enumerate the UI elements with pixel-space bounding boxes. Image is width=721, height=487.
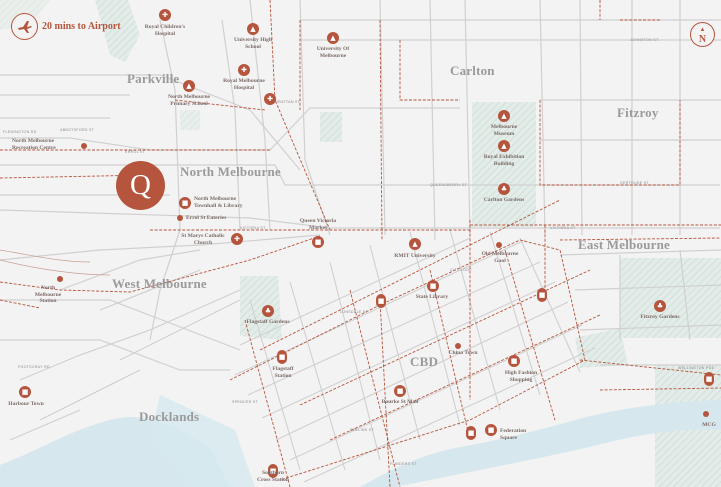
street-gertrude: GERTRUDE ST [620,181,649,185]
airplane-icon [11,13,38,40]
poi-southern-cross-station: Southern Cross Station [256,470,290,483]
poi-china-town: China Town [448,350,478,356]
university-icon[interactable]: ▲ [327,32,339,44]
church-icon[interactable]: ✚ [231,233,243,245]
street-abbotsford: ABBOTSFORD ST [60,128,95,132]
street-grattan: GRATTAN ST [275,100,301,104]
federation-square-icon[interactable]: ■ [485,424,497,436]
poi-old-melbourne-gaol: Old Melbourne Gaol [481,251,519,264]
poi-rmit-university: RMIT University [394,253,436,259]
suburb-east-melbourne: East Melbourne [578,237,670,252]
street-spencer: SPENCER ST [232,400,258,404]
poi-federation-square: Federation Square [500,428,527,441]
park-north-melb [180,110,200,130]
park-university-square [320,112,342,142]
suburb-docklands: Docklands [139,409,200,424]
street-victoria-2: VICTORIA ST [240,226,266,230]
rmit-icon[interactable]: ▲ [409,238,421,250]
poi-royal-melbourne-hospital: Royal Melbourne Hospital [223,78,265,91]
suburb-carlton: Carlton [450,63,495,78]
airport-badge[interactable]: 20 mins to Airport [11,13,121,40]
airport-label: 20 mins to Airport [42,21,121,32]
street-johnston: JOHNSTON ST [630,38,659,42]
poi-north-melbourne-recreation: North Melbourne Recreation Centre [12,138,56,151]
poi-royal-childrens-hospital: Royal Children's Hospital [144,24,186,37]
gaol-dot-icon[interactable] [496,242,502,248]
street-footscray: FOOTSCRAY RD [18,365,50,369]
poi-flagstaff-station: Flagstaff Station [272,366,294,379]
poi-harbour-town: Harbour Town [8,401,44,407]
museum-icon[interactable]: ▲ [498,110,510,122]
school-icon-2[interactable]: ▲ [183,80,195,92]
poi-queen-victoria-market: Queen Victoria Market [299,218,337,231]
poi-university-high-school: University High School [233,37,273,50]
hospital-icon-2[interactable]: ✚ [238,64,250,76]
q-location-marker[interactable]: Q [116,161,165,210]
tram-icon-6[interactable]: ■ [704,372,714,386]
poi-mcg: MCG [702,422,716,428]
melbourne-map[interactable]: 20 mins to Airport ▲ N Parkville Carlton… [0,0,721,487]
q-letter: Q [130,169,151,201]
poi-st-marys-church: St Marys Catholic Church [181,233,225,246]
gardens-icon[interactable]: ♣ [498,183,510,195]
park-flagstaff-gardens [240,276,282,340]
market-icon[interactable]: ■ [312,236,324,248]
tram-icon-3[interactable]: ■ [376,294,386,308]
library-icon-2[interactable]: ■ [427,280,439,292]
shopping-icon-3[interactable]: ■ [394,385,406,397]
poi-errol-st-eateries: Errol St Eateries [186,215,227,221]
exhibition-icon[interactable]: ▲ [498,140,510,152]
street-city-loop: CITY LOOP [450,268,472,272]
eateries-dot-icon[interactable] [177,215,183,221]
suburb-parkville: Parkville [127,71,180,86]
street-queensberry: QUEENSBERRY ST [430,183,468,187]
street-flemington: FLEMINGTON RD [3,130,37,134]
poi-fitzroy-gardens: Fitzroy Gardens [640,314,680,320]
north-arrow-icon: ▲ N [690,22,715,47]
suburb-west-melbourne: West Melbourne [112,276,207,291]
suburb-fitzroy: Fitzroy [617,105,659,120]
street-flinders: FLINDERS ST [390,462,417,466]
tram-icon[interactable]: ■ [277,350,287,364]
street-lonsdale: LONSDALE ST [340,310,369,314]
poi-north-melbourne-library: North Melbourne Townhall & Library [194,196,243,209]
shopping-icon[interactable]: ■ [508,355,520,367]
poi-state-library: State Library [415,294,449,300]
street-victoria: VICTORIA ST [550,226,576,230]
poi-melbourne-museum: Melbourne Museum [490,124,518,137]
recreation-dot-icon[interactable] [81,143,87,149]
gardens-icon-2[interactable]: ♣ [262,305,274,317]
suburb-cbd: CBD [410,354,439,369]
poi-flagstaff-gardens: Flagstaff Gardens [246,319,290,325]
chinatown-dot-icon[interactable] [455,343,461,349]
poi-university-of-melbourne: University Of Melbourne [316,46,350,59]
street-errol: ERROL ST [125,150,146,154]
tram-icon-5[interactable]: ■ [466,426,476,440]
tram-icon-4[interactable]: ■ [537,288,547,302]
school-icon[interactable]: ▲ [247,23,259,35]
gardens-icon-3[interactable]: ♣ [654,300,666,312]
poi-north-melbourne-station: North Melbourne Station [34,285,62,305]
poi-bourke-st-mall: Bourke St Mall [381,399,419,405]
hospital-icon[interactable]: ✚ [159,9,171,21]
suburb-north-melbourne: North Melbourne [180,164,281,179]
library-icon[interactable]: ■ [179,197,191,209]
street-collins: COLLINS ST [350,428,374,432]
mcg-dot-icon[interactable] [703,411,709,417]
poi-north-melbourne-primary: North Melbourne Primary School [167,94,211,107]
poi-royal-exhibition-building: Royal Exhibition Building [483,154,525,167]
poi-carlton-gardens: Carlton Gardens [483,197,525,203]
north-label: N [698,33,707,45]
street-wellington: WELLINGTON PDE [678,366,715,370]
station-dot-icon[interactable] [57,276,63,282]
poi-high-fashion-shopping: High Fashion Shopping [504,370,538,383]
shopping-icon-2[interactable]: ■ [19,386,31,398]
